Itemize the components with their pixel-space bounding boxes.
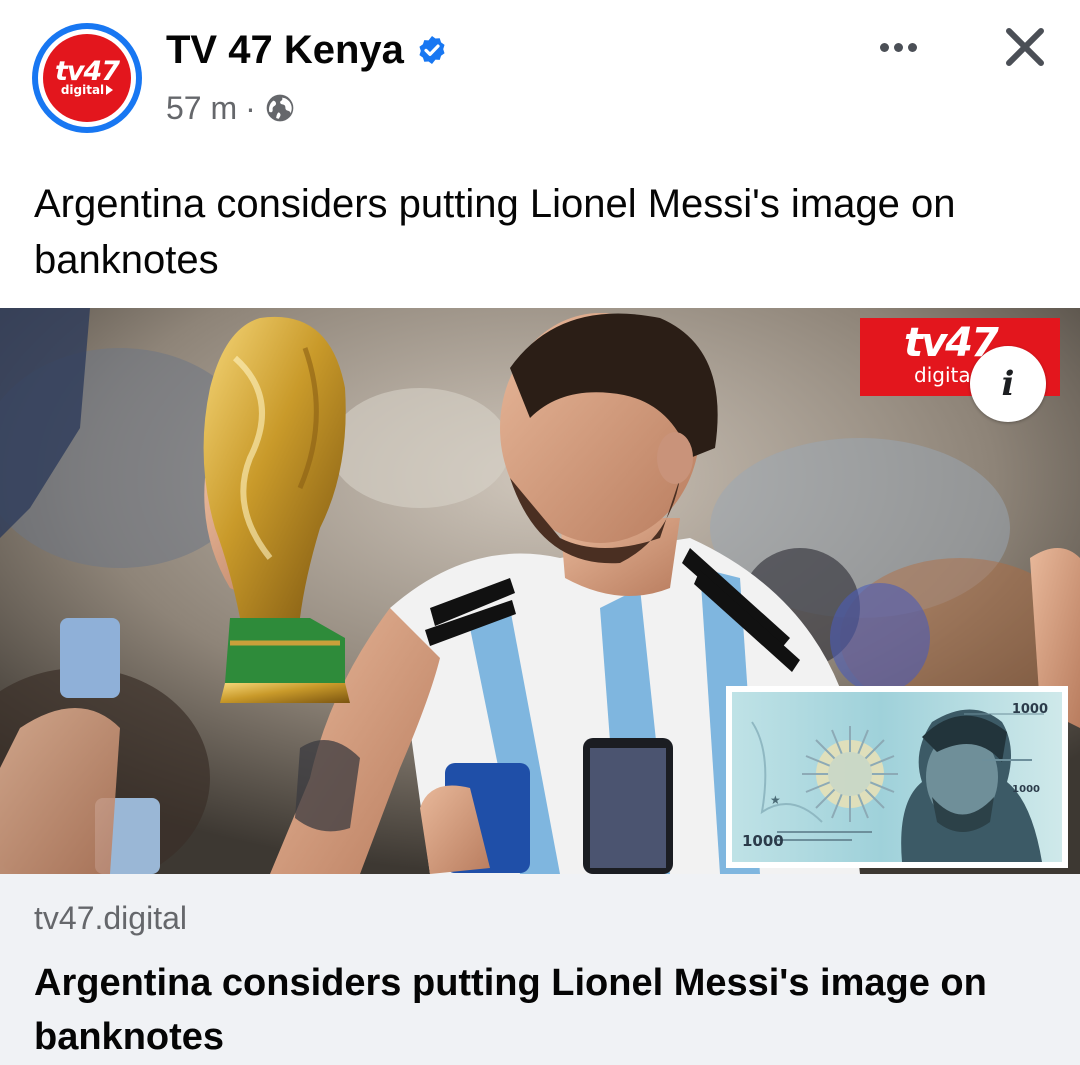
banknote-right-value: 1000 xyxy=(1012,784,1040,795)
link-preview[interactable]: tv47.digital Argentina considers putting… xyxy=(0,874,1080,1065)
banknote-image: ★ 1000 1000 1000 xyxy=(732,692,1062,862)
meta-separator: · xyxy=(245,90,256,126)
link-title[interactable]: Argentina considers putting Lionel Messi… xyxy=(34,956,1044,1064)
globe-icon xyxy=(266,94,294,122)
avatar-logo-text: tv47 xyxy=(54,55,120,87)
more-options-icon[interactable] xyxy=(870,32,926,62)
facebook-post: tv47 digital TV 47 Kenya 57 m · Argentin… xyxy=(0,0,1080,1065)
svg-text:★: ★ xyxy=(770,793,781,807)
close-icon[interactable] xyxy=(1000,22,1050,72)
post-caption: Argentina considers putting Lionel Messi… xyxy=(34,182,956,282)
tv47-logo: tv47 digital xyxy=(43,34,131,122)
post-image[interactable]: tv47 digita ★ 1000 1000 1000 xyxy=(0,308,1080,874)
avatar-logo-subtext: digital xyxy=(60,82,105,97)
play-icon xyxy=(106,85,114,95)
info-icon[interactable]: i xyxy=(970,346,1046,422)
page-name-row: TV 47 Kenya xyxy=(166,26,448,74)
banknote-inset: ★ 1000 1000 1000 xyxy=(726,686,1068,868)
page-avatar[interactable]: tv47 digital xyxy=(32,23,142,133)
post-meta: 57 m · xyxy=(166,88,296,128)
banknote-top-value: 1000 xyxy=(1011,702,1048,717)
verified-badge-icon xyxy=(419,36,445,64)
post-timestamp[interactable]: 57 m xyxy=(166,88,237,128)
link-domain: tv47.digital xyxy=(34,900,187,936)
banknote-bottom-value: 1000 xyxy=(742,832,784,850)
watermark-subtext: digita xyxy=(914,363,971,387)
page-name[interactable]: TV 47 Kenya xyxy=(166,26,404,74)
